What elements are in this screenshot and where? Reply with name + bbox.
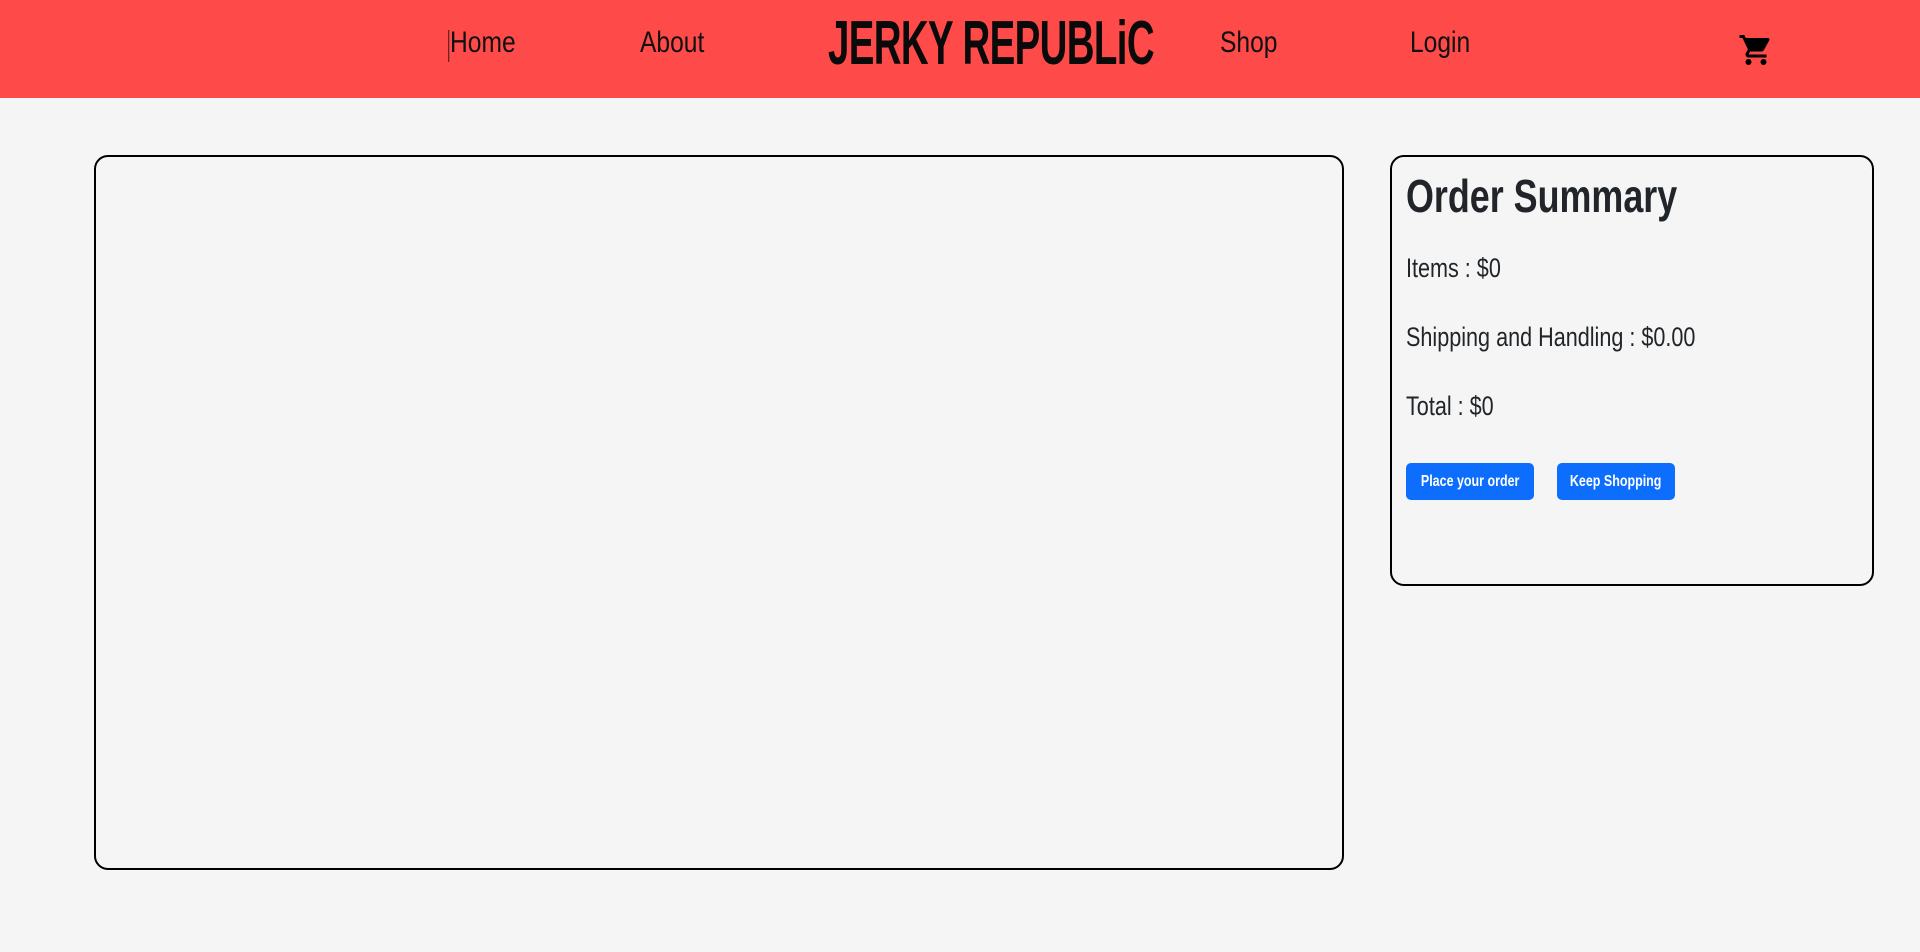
place-order-button[interactable]: Place your order — [1406, 463, 1534, 500]
nav-shop-link[interactable]: Shop — [1220, 26, 1277, 60]
place-order-label: Place your order — [1420, 472, 1520, 490]
order-summary-panel: Order Summary Items : $0 Shipping and Ha… — [1390, 155, 1874, 586]
top-navbar: Home About JERKY REPUBLiC Shop Login — [0, 0, 1920, 98]
cart-items-panel — [94, 155, 1344, 870]
order-summary-title: Order Summary — [1406, 170, 1678, 222]
shopping-cart-icon[interactable] — [1738, 32, 1774, 68]
nav-home-link[interactable]: Home — [448, 26, 516, 62]
brand-logo[interactable]: JERKY REPUBLiC — [828, 8, 1155, 79]
keep-shopping-label: Keep Shopping — [1570, 472, 1662, 490]
shipping-handling: Shipping and Handling : $0.00 — [1406, 322, 1696, 352]
order-total: Total : $0 — [1406, 391, 1494, 421]
keep-shopping-button[interactable]: Keep Shopping — [1557, 463, 1675, 500]
nav-about-link[interactable]: About — [640, 26, 704, 60]
nav-login-link[interactable]: Login — [1410, 26, 1470, 60]
items-subtotal: Items : $0 — [1406, 253, 1501, 283]
